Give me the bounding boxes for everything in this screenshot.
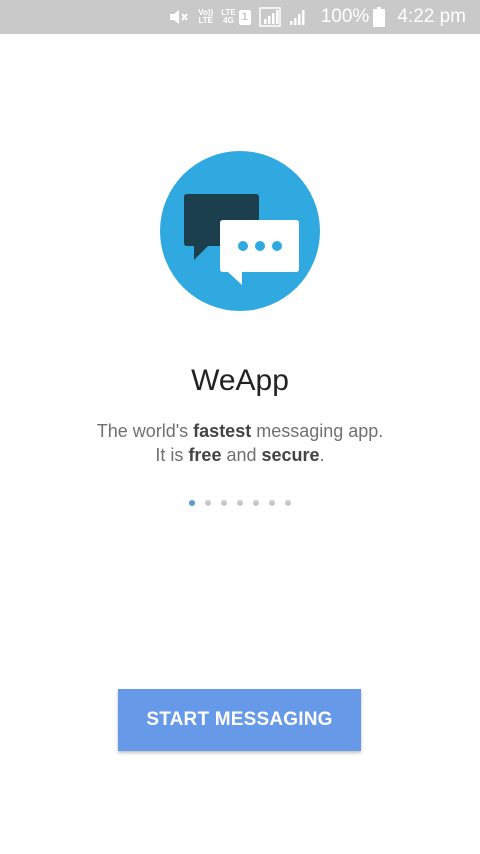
start-messaging-button[interactable]: START MESSAGING bbox=[118, 689, 361, 751]
tagline-line-1: The world's fastest messaging app. bbox=[0, 419, 480, 443]
page-dot[interactable] bbox=[221, 500, 227, 506]
tagline-text: It is bbox=[155, 445, 189, 465]
page-dot[interactable] bbox=[189, 500, 195, 506]
tagline-text: messaging app. bbox=[251, 421, 384, 441]
volte-indicator: Vo)) LTE bbox=[198, 9, 213, 25]
tagline-text: . bbox=[319, 445, 325, 465]
signal-icon bbox=[289, 8, 307, 26]
tagline-text: and bbox=[221, 445, 262, 465]
page-dot[interactable] bbox=[269, 500, 275, 506]
tagline-line-2: It is free and secure. bbox=[0, 443, 480, 467]
volte-sub-label: LTE bbox=[198, 16, 213, 25]
tagline-text: The world's bbox=[96, 421, 194, 441]
battery-icon bbox=[373, 7, 386, 27]
tagline-emphasis: free bbox=[188, 445, 222, 465]
lte-indicator: LTE 4G bbox=[221, 9, 236, 25]
page-dot[interactable] bbox=[285, 500, 291, 506]
app-title: WeApp bbox=[191, 364, 289, 397]
page-dot[interactable] bbox=[253, 500, 259, 506]
page-indicator[interactable] bbox=[0, 500, 480, 506]
app-logo bbox=[160, 151, 320, 311]
tagline-emphasis: fastest bbox=[193, 421, 252, 441]
tagline-emphasis: secure bbox=[261, 445, 320, 465]
chat-bubbles-icon bbox=[160, 151, 320, 311]
page-dot[interactable] bbox=[205, 500, 211, 506]
battery-percent: 100% bbox=[320, 6, 370, 27]
sim-badge: 1 bbox=[238, 9, 251, 25]
clock: 4:22 pm bbox=[397, 6, 466, 27]
page-dot[interactable] bbox=[237, 500, 243, 506]
network-gen-label: 4G bbox=[223, 16, 234, 25]
app-tagline: The world's fastest messaging app. It is… bbox=[0, 419, 480, 467]
status-bar: Vo)) LTE LTE 4G 1 100% 4:22 pm bbox=[0, 0, 480, 34]
signal-icon bbox=[258, 7, 281, 27]
mute-icon bbox=[168, 8, 190, 26]
